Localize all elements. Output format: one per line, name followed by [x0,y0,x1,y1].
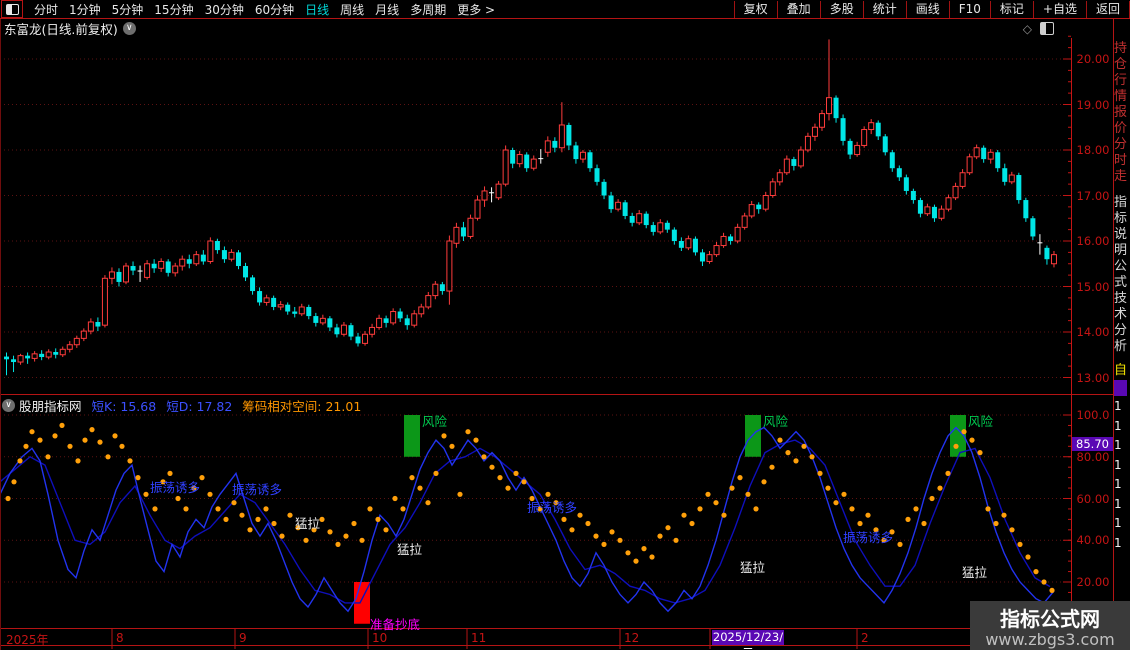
sidebar-fragment: 1 [1114,535,1122,550]
sidebar-fragment: 1 [1114,418,1122,433]
sidebar-fragment: 情 [1114,89,1128,104]
sidebar-fragment: 析 [1114,339,1128,354]
quote-sidebar-strip: 持仓行情报价分时走指标说明公式技术分析自11111111 [1114,19,1130,650]
sidebar-fragment: 1 [1114,457,1122,472]
sidebar-fragment: 明 [1114,243,1128,258]
sidebar-fragment: 式 [1114,275,1128,290]
sidebar-fragment: 自 [1114,363,1128,378]
sidebar-fragment: 1 [1114,496,1122,511]
indicator-header: ∨ 股朋指标网 短K: 15.68 短D: 17.82 筹码相对空间: 21.01 [0,396,362,415]
selected-date-badge: 2025/12/23/二 [712,630,784,650]
sidebar-selected-block [1114,380,1127,396]
sidebar-fragment: 分 [1114,137,1128,152]
sidebar-fragment: 仓 [1114,57,1128,72]
sidebar-fragment: 持 [1114,41,1128,56]
chevron-down-icon[interactable]: ∨ [2,398,15,412]
sidebar-fragment: 公 [1114,259,1128,274]
chart-canvas[interactable] [0,0,1130,650]
sidebar-fragment: 报 [1114,105,1128,120]
sidebar-fragment: 行 [1114,73,1128,88]
sidebar-fragment: 分 [1114,323,1128,338]
watermark-title: 指标公式网 [1000,607,1100,631]
watermark-url: www.zbgs3.com [985,630,1115,649]
trading-app-window: 分时 1分钟 5分钟 15分钟 30分钟 60分钟 日线 周线 月线 多周期 更多 > 复权 叠加 多股… [0,0,1130,650]
indicator-values: 短K: 15.68 短D: 17.82 筹码相对空间: 21.01 [82,396,362,415]
indicator-value-1: 短D: 17.82 [166,398,233,414]
sidebar-fragment: 走 [1114,169,1128,184]
sidebar-fragment: 标 [1114,211,1128,226]
sidebar-fragment: 1 [1114,399,1122,413]
indicator-value-2: 筹码相对空间: 21.01 [242,398,362,414]
sidebar-fragment: 指 [1114,195,1128,210]
sidebar-fragment: 1 [1114,516,1122,530]
indicator-value-0: 短K: 15.68 [91,398,157,414]
indicator-name: 股朋指标网 [19,398,82,414]
sidebar-fragment: 时 [1114,153,1128,168]
sidebar-fragment: 1 [1114,438,1122,452]
sidebar-fragment: 1 [1114,477,1122,491]
sidebar-fragment: 技 [1114,291,1128,306]
sidebar-fragment: 价 [1114,121,1128,136]
watermark: 指标公式网 www.zbgs3.com [970,601,1130,650]
sidebar-fragment: 说 [1114,227,1128,242]
sidebar-fragment: 术 [1114,307,1128,322]
